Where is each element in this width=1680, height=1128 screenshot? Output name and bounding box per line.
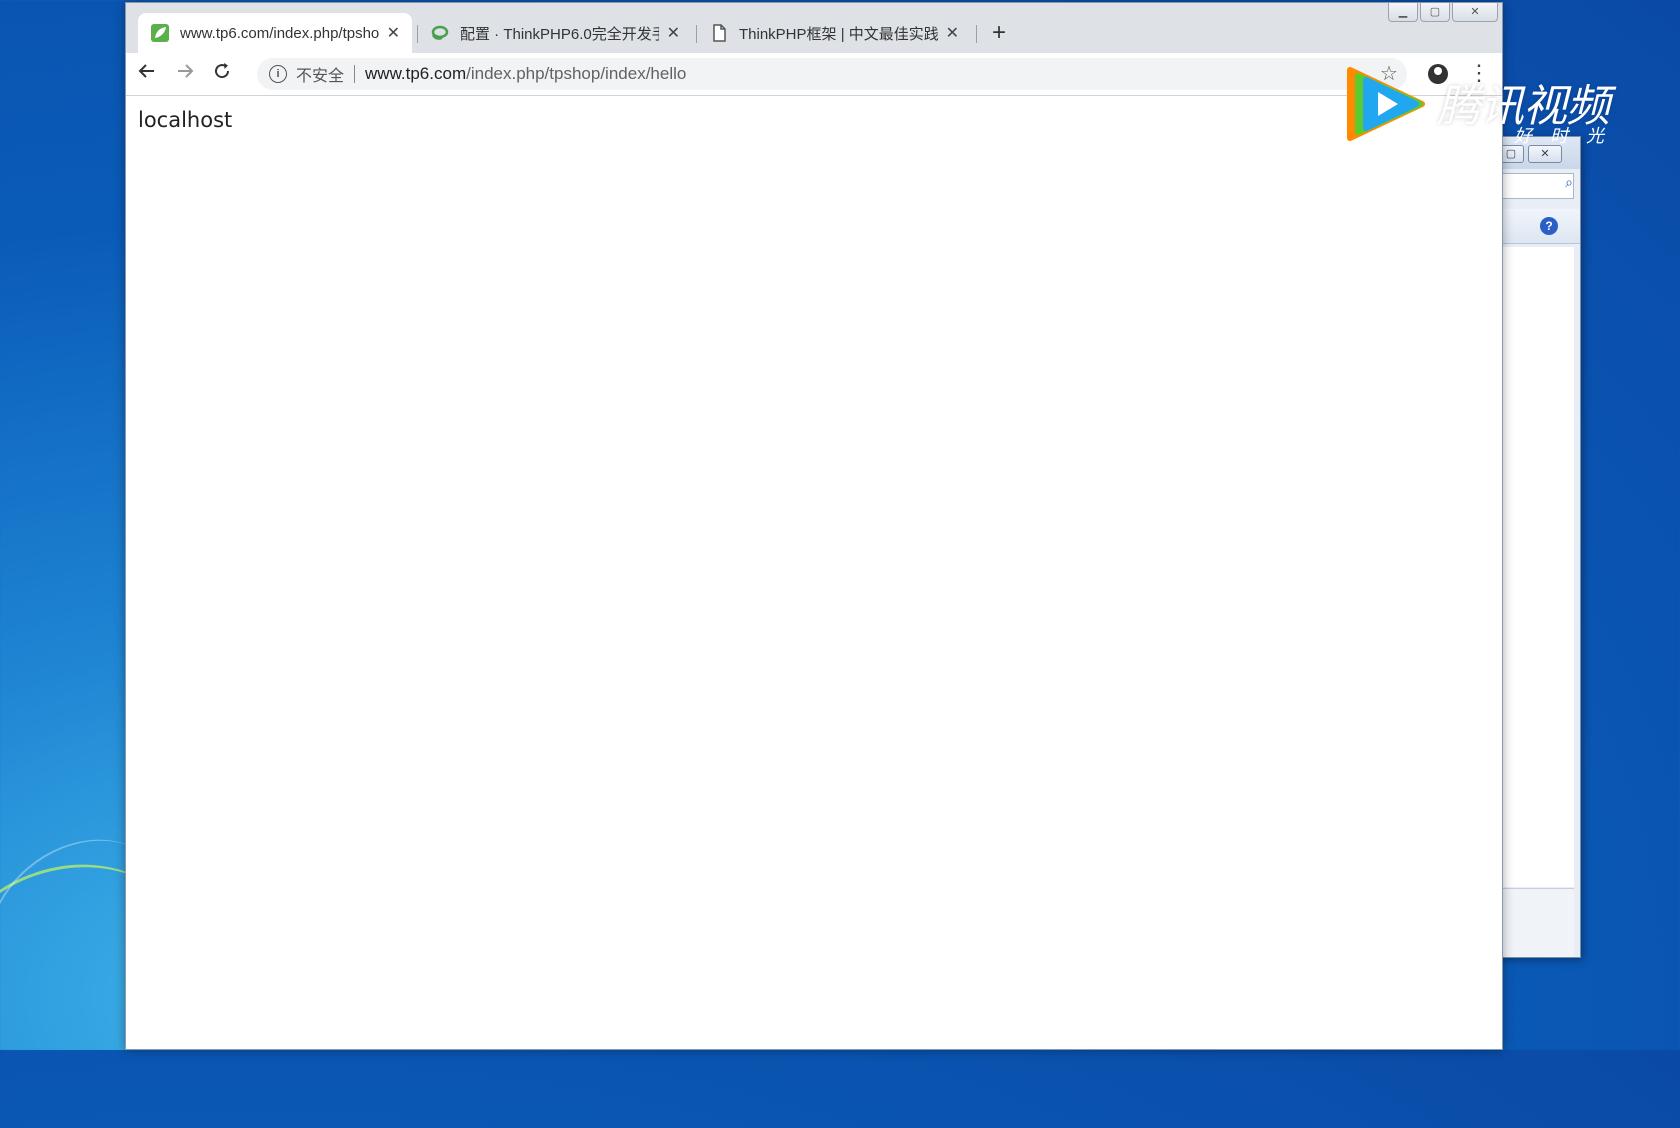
reload-button[interactable] [208,60,236,88]
new-tab-button[interactable]: + [992,20,1006,46]
background-window-pane [1496,247,1574,887]
tencent-video-watermark: 腾讯视频 不负好时光 [1342,64,1632,146]
maximize-icon[interactable]: ▢ [1420,3,1450,22]
help-icon[interactable]: ? [1540,217,1558,235]
background-window-details [1496,888,1574,957]
tab-title: 配置 · ThinkPHP6.0完全开发手册 [460,25,659,43]
forward-arrow-icon [178,64,194,78]
background-window-toolbar [1496,209,1580,244]
snake-icon [431,25,449,40]
close-icon[interactable]: ✕ [387,23,400,43]
search-input[interactable]: ⌕ [1496,173,1574,199]
search-icon: ⌕ [1565,174,1573,190]
page-text: localhost [138,108,233,132]
tab-hello[interactable]: www.tp6.com/index.php/tpshop/index/hello… [138,13,412,53]
minimize-icon[interactable]: ▁ [1388,3,1418,22]
background-explorer-window[interactable]: ▢ ✕ ⌕ ? [1495,136,1581,958]
page-icon [713,24,726,42]
address-divider [354,65,356,83]
info-icon[interactable]: i [269,65,287,83]
tencent-video-logo [1347,67,1425,141]
tab-separator [976,25,977,43]
url-text[interactable]: www.tp6.com/index.php/tpshop/index/hello [365,64,686,84]
tab-strip: www.tp6.com/index.php/tpshop/index/hello… [126,3,1502,53]
reload-icon [215,63,230,79]
window-controls: ▁ ▢ ✕ [1386,3,1498,22]
browser-window: www.tp6.com/index.php/tpshop/index/hello… [125,2,1503,1050]
security-label[interactable]: 不安全 [296,62,344,86]
back-button[interactable] [133,60,161,88]
close-icon[interactable]: ✕ [1452,3,1498,22]
close-icon[interactable]: ✕ [667,23,680,43]
tab-title: www.tp6.com/index.php/tpshop/index/hello [180,24,379,42]
tab-config[interactable]: 配置 · ThinkPHP6.0完全开发手册 ✕ [418,13,692,53]
page-content: localhost [126,96,1502,1049]
browser-toolbar: i 不安全 www.tp6.com/index.php/tpshop/index… [126,53,1502,96]
forward-button[interactable] [171,60,199,88]
url-path: /index.php/tpshop/index/hello [466,64,687,83]
back-arrow-icon [138,64,154,78]
watermark-slogan: 不负好时光 [1442,126,1622,146]
tab-title: ThinkPHP框架 | 中文最佳实践PHP [739,25,938,43]
address-bar[interactable]: i 不安全 www.tp6.com/index.php/tpshop/index… [257,58,1407,90]
leaf-icon [151,24,169,42]
tab-thinkphp[interactable]: ThinkPHP框架 | 中文最佳实践PHP ✕ [697,13,971,53]
url-host: www.tp6.com [365,64,467,83]
close-icon[interactable]: ✕ [946,23,959,43]
